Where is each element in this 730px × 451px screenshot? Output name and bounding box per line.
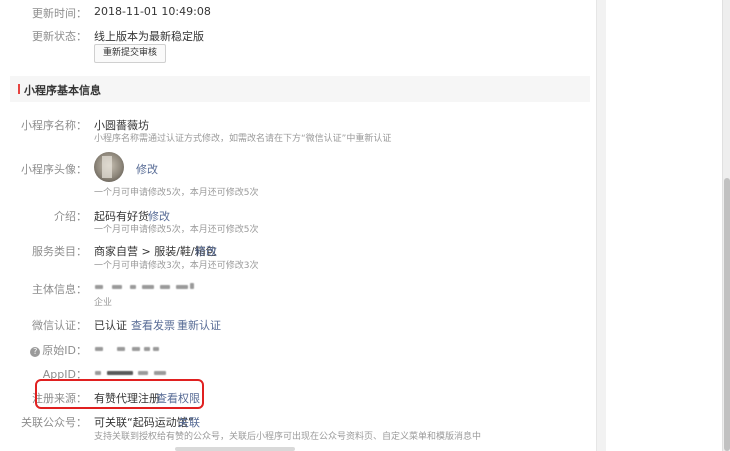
origin-id-label: 原始ID： — [42, 344, 87, 357]
intro-label: 介绍： — [54, 210, 87, 223]
highlight-box — [35, 379, 204, 409]
scrollbar-thumb[interactable] — [724, 178, 730, 451]
category-tip: 一个月可申请修改3次，本月还可修改3次 — [94, 261, 259, 271]
right-panel — [606, 0, 722, 451]
update-time-label: 更新时间： — [32, 7, 87, 20]
category-label: 服务类目： — [32, 245, 87, 258]
origin-id-label-wrap: ? 原始ID： — [30, 342, 87, 358]
avatar-edit-link[interactable]: 修改 — [136, 161, 158, 177]
name-label: 小程序名称： — [21, 119, 87, 132]
scrollbar[interactable] — [722, 0, 730, 451]
avatar-tip: 一个月可申请修改5次，本月还可修改5次 — [94, 188, 259, 198]
section-accent-bar — [18, 84, 20, 94]
entity-label: 主体信息： — [32, 283, 87, 296]
category-edit-link[interactable]: 修改 — [195, 243, 217, 259]
update-time-value: 2018-11-01 10:49:08 — [94, 5, 211, 18]
avatar-image — [94, 152, 124, 182]
linked-tip: 支持关联到授权给有赞的公众号，关联后小程序可出现在公众号资料页、自定义菜单和模版… — [94, 432, 482, 442]
section-title: 小程序基本信息 — [24, 84, 101, 97]
entity-tip: 企业 — [94, 298, 113, 308]
intro-tip: 一个月可申请修改5次，本月还可修改5次 — [94, 225, 259, 235]
avatar-label: 小程序头像： — [21, 163, 87, 176]
view-invoice-link[interactable]: 查看发票 — [131, 317, 175, 333]
link-account-link[interactable]: 关联 — [178, 414, 200, 430]
name-tip: 小程序名称需通过认证方式修改，如需改名请在下方“微信认证”中重新认证 — [94, 134, 392, 144]
linked-label: 关联公众号： — [21, 416, 87, 429]
update-status-label: 更新状态： — [32, 30, 87, 43]
reverify-link[interactable]: 重新认证 — [177, 317, 221, 333]
section-header: 小程序基本信息 — [10, 76, 590, 102]
main-panel: 更新时间： 2018-11-01 10:49:08 更新状态： 线上版本为最新稳… — [0, 0, 597, 451]
verify-label: 微信认证： — [32, 319, 87, 332]
update-status-value: 线上版本为最新稳定版 — [94, 30, 204, 43]
question-icon[interactable]: ? — [30, 347, 41, 357]
bottom-fade — [175, 447, 295, 451]
verify-value: 已认证 — [94, 319, 127, 332]
resubmit-review-button[interactable]: 重新提交审核 — [94, 44, 167, 63]
